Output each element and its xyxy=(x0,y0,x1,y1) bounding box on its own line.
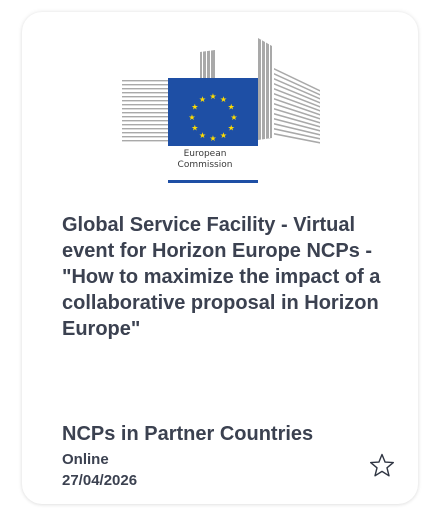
logo-text-commission: Commission xyxy=(177,160,233,170)
svg-text:★: ★ xyxy=(220,131,227,140)
favorite-button[interactable] xyxy=(368,452,396,480)
event-date: 27/04/2026 xyxy=(62,472,138,489)
star-outline-icon xyxy=(370,453,394,477)
event-location: Online xyxy=(62,451,109,468)
svg-text:★: ★ xyxy=(199,95,206,104)
event-card[interactable]: ★ ★ ★ ★ ★ ★ ★ ★ ★ ★ ★ ★ European Commiss… xyxy=(22,12,418,504)
svg-text:★: ★ xyxy=(228,124,235,133)
svg-text:★: ★ xyxy=(209,134,216,143)
svg-text:★: ★ xyxy=(191,124,198,133)
svg-text:★: ★ xyxy=(191,103,198,112)
event-title[interactable]: Global Service Facility - Virtual event … xyxy=(62,212,402,342)
logo-text-european: European xyxy=(183,149,227,159)
svg-text:★: ★ xyxy=(209,92,216,101)
svg-text:★: ★ xyxy=(230,113,237,122)
page: ★ ★ ★ ★ ★ ★ ★ ★ ★ ★ ★ ★ European Commiss… xyxy=(0,0,423,512)
svg-text:★: ★ xyxy=(220,95,227,104)
event-category: NCPs in Partner Countries xyxy=(62,423,314,445)
svg-text:★: ★ xyxy=(188,113,195,122)
svg-text:★: ★ xyxy=(228,103,235,112)
svg-text:★: ★ xyxy=(199,131,206,140)
